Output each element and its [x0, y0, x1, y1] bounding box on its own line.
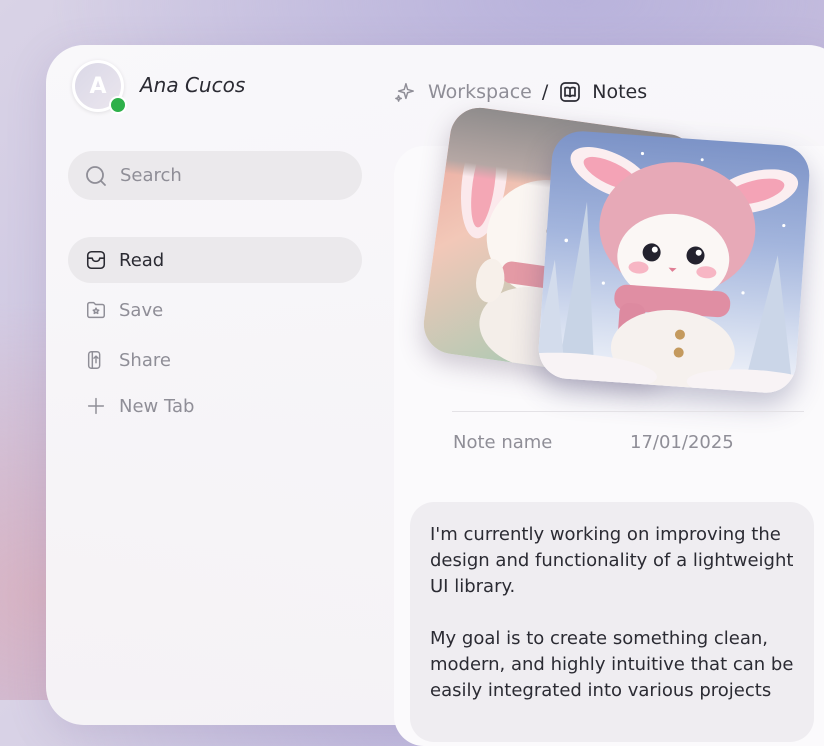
nav-item-label: Share: [119, 349, 171, 371]
note-text[interactable]: I'm currently working on improving the d…: [430, 522, 810, 730]
breadcrumb-workspace[interactable]: Workspace: [428, 81, 532, 103]
note-paragraph: My goal is to create something clean, mo…: [430, 628, 794, 701]
inbox-icon: [85, 249, 107, 271]
nav-item-label: Read: [119, 249, 165, 271]
breadcrumb-separator: /: [541, 81, 549, 103]
divider: [452, 411, 804, 412]
user-name: Ana Cucos: [140, 73, 246, 97]
note-name-label[interactable]: Note name: [453, 432, 552, 453]
breadcrumb: Workspace / Notes: [394, 78, 647, 106]
search-bar[interactable]: [68, 151, 362, 200]
online-status-dot: [109, 96, 127, 114]
nav-item-label: New Tab: [119, 395, 195, 417]
note-paragraph: I'm currently working on improving the d…: [430, 524, 794, 597]
breadcrumb-current[interactable]: Notes: [592, 81, 647, 103]
share-icon: [85, 349, 107, 371]
nav-item-new-tab[interactable]: New Tab: [68, 383, 362, 429]
book-icon: [558, 80, 582, 104]
note-image-front[interactable]: [536, 129, 812, 395]
sparkles-icon: [394, 81, 416, 103]
folder-star-icon: [85, 299, 107, 321]
nav-item-save[interactable]: Save: [68, 287, 362, 333]
bunny-illustration-front: [536, 147, 812, 395]
search-input[interactable]: [118, 164, 342, 187]
nav-item-label: Save: [119, 299, 164, 321]
note-date: 17/01/2025: [630, 432, 734, 453]
nav-item-read[interactable]: Read: [68, 237, 362, 283]
nav-item-share[interactable]: Share: [68, 337, 362, 383]
plus-icon: [85, 395, 107, 417]
avatar-initial: A: [89, 73, 107, 99]
search-icon: [84, 164, 108, 188]
